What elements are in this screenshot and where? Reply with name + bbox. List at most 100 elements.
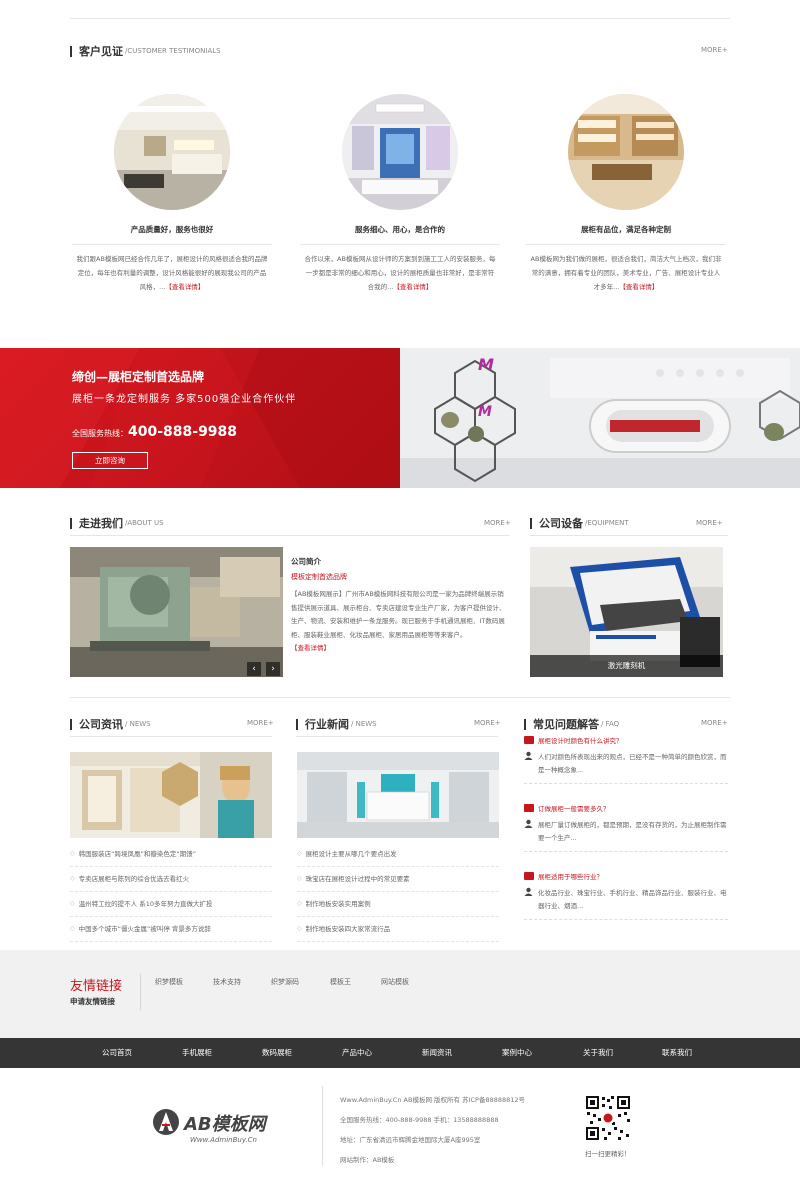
testimonials-more-link[interactable]: MORE+ <box>701 46 728 54</box>
testimonial-title: 服务细心、用心，是合作的 <box>355 225 445 234</box>
equipment-photo[interactable]: 激光雕刻机 <box>530 547 723 677</box>
about-photo[interactable] <box>70 547 283 677</box>
faq-question[interactable]: 展柜适用于哪些行业？ <box>524 870 728 882</box>
testimonial-card: 产品质量好，服务也很好 我们跟AB模板网已经合作几年了，展柜设计的风格很适合我的… <box>72 94 272 294</box>
company-news-subtitle: / NEWS <box>125 720 151 728</box>
bullet-icon: ◇ <box>297 850 302 857</box>
svg-text:M: M <box>478 355 494 374</box>
testimonial-detail-link[interactable]: 【查看详情】 <box>619 283 658 291</box>
about-more-link[interactable]: MORE+ <box>484 519 511 527</box>
friend-link[interactable]: 织梦模板 <box>155 977 183 987</box>
promo-banner: 缔创—展柜定制首选品牌 展柜一条龙定制服务 多家500强企业合作伙伴 全国服务热… <box>0 348 800 488</box>
banner-hotline: 全国服务热线：400-888-9988 <box>72 424 238 440</box>
bullet-icon: ◇ <box>297 875 302 882</box>
testimonial-card: 服务细心、用心，是合作的 合作以来，AB模板网从设计师的方案到到施工工人的安装服… <box>300 94 500 294</box>
slider-prev-button[interactable]: ‹ <box>247 662 261 676</box>
list-item[interactable]: ◇ 温州特工拉的提不人 系10多年努力直做大扩投 <box>70 892 272 917</box>
faq-heading: 常见问题解答 / FAQ <box>524 717 619 731</box>
equipment-more-link[interactable]: MORE+ <box>696 519 723 527</box>
about-title: 走进我们 <box>79 517 123 530</box>
about-subheading: 模板定制首选品牌 <box>291 573 347 581</box>
testimonial-divider <box>526 244 726 245</box>
slider-next-button[interactable]: › <box>266 662 280 676</box>
faq-question[interactable]: 展柜设计时颜色有什么讲究？ <box>524 734 728 746</box>
equipment-heading: 公司设备 /EQUIPMENT <box>530 516 629 530</box>
list-item[interactable]: ◇ 专卖店展柜与陈列的综合优选去看红火 <box>70 867 272 892</box>
footer-logo-url: Www.AdminBuy.Cn <box>190 1136 257 1144</box>
friend-links-section: 友情链接 申请友情链接 织梦模板 技术支持 织梦源码 模板王 网站模板 <box>0 950 800 1038</box>
about-divider <box>70 535 510 536</box>
company-news-heading: 公司资讯 / NEWS <box>70 717 151 731</box>
about-paragraph: 【AB模板网展示】广州市AB模板网科技有限公司是一家为品牌终端展示销售提供展示道… <box>291 590 506 652</box>
friend-link[interactable]: 技术支持 <box>213 977 241 987</box>
footer-nav-item[interactable]: 公司首页 <box>102 1038 132 1068</box>
about-text-block: 公司简介 模板定制首选品牌 【AB模板网展示】广州市AB模板网科技有限公司是一家… <box>291 556 506 656</box>
company-news-title: 公司资讯 <box>79 718 123 731</box>
footer-nav-item[interactable]: 数码展柜 <box>262 1038 292 1068</box>
friend-links-title: 友情链接 <box>70 979 123 994</box>
bullet-icon: ◇ <box>297 925 302 932</box>
friend-link[interactable]: 模板王 <box>330 977 351 987</box>
friend-link[interactable]: 织梦源码 <box>271 977 299 987</box>
list-item[interactable]: ◇ 展柜设计主要从哪几个要点出发 <box>297 842 499 867</box>
address-line: 地址：广东省清远市辉腾金地国际大厦A座995室 <box>340 1136 481 1144</box>
user-icon <box>524 819 534 828</box>
company-news-divider <box>70 736 272 737</box>
list-item[interactable]: ◇ 韩国服装店“跨境凤凰”和瓣染色定“期馈” <box>70 842 272 867</box>
footer-nav-item[interactable]: 案例中心 <box>502 1038 532 1068</box>
question-icon <box>524 736 534 744</box>
industry-news-photo[interactable] <box>297 752 499 838</box>
testimonial-photo[interactable] <box>342 94 458 210</box>
testimonial-photo[interactable] <box>114 94 230 210</box>
bullet-icon: ◇ <box>70 900 75 907</box>
bullet-icon: ◇ <box>70 875 75 882</box>
consult-button[interactable]: 立即咨询 <box>72 452 148 469</box>
heading-bar <box>70 718 72 730</box>
footer-nav-item[interactable]: 新闻资讯 <box>422 1038 452 1068</box>
friend-link[interactable]: 网站模板 <box>381 977 409 987</box>
footer-divider <box>322 1086 323 1166</box>
mid-divider <box>70 697 730 698</box>
user-icon <box>524 887 534 896</box>
industry-news-title: 行业新闻 <box>305 718 349 731</box>
qr-caption: 扫一扫更精彩！ <box>585 1150 631 1158</box>
top-divider <box>70 18 730 19</box>
industry-news-more-link[interactable]: MORE+ <box>474 719 501 727</box>
faq-question[interactable]: 订做展柜一般需要多久？ <box>524 802 728 814</box>
testimonials-subtitle: /CUSTOMER TESTIMONIALS <box>125 47 221 55</box>
company-news-photo[interactable] <box>70 752 272 838</box>
apply-link-text[interactable]: 申请友情链接 <box>70 996 115 1007</box>
testimonial-detail-link[interactable]: 【查看详情】 <box>165 283 204 291</box>
faq-more-link[interactable]: MORE+ <box>701 719 728 727</box>
list-item[interactable]: ◇ 中国多个城市“僵火金属”被叫停 背景多方说辞 <box>70 917 272 942</box>
testimonial-desc: 我们跟AB模板网已经合作几年了，展柜设计的风格很适合我的品牌定位，每年也有利量的… <box>76 255 268 291</box>
footer-nav-item[interactable]: 联系我们 <box>662 1038 692 1068</box>
testimonial-title: 产品质量好，服务也很好 <box>130 225 214 234</box>
faq-item: 订做展柜一般需要多久？ 展柜厂量订做展柜的，都是预期，是没有存货的，为止展柜制作… <box>524 802 728 852</box>
list-item[interactable]: ◇ 制作地板安装四大家常流行品 <box>297 917 499 942</box>
heading-bar <box>296 718 298 730</box>
hotline-line: 全国服务热线：400-888-9988 手机：13588888888 <box>340 1116 499 1124</box>
footer-nav: 公司首页 手机展柜 数码展柜 产品中心 新闻资讯 案例中心 关于我们 联系我们 <box>0 1038 800 1068</box>
list-item[interactable]: ◇ 制作地板安装实用案例 <box>297 892 499 917</box>
footer-nav-item[interactable]: 产品中心 <box>342 1038 372 1068</box>
equipment-divider <box>530 535 728 536</box>
company-news-more-link[interactable]: MORE+ <box>247 719 274 727</box>
question-icon <box>524 872 534 880</box>
faq-title: 常见问题解答 <box>533 718 599 731</box>
footer-nav-item[interactable]: 手机展柜 <box>182 1038 212 1068</box>
banner-photo: M M <box>400 348 800 488</box>
testimonial-detail-link[interactable]: 【查看详情】 <box>393 283 432 291</box>
heading-bar <box>530 517 532 529</box>
faq-answer: 展柜厂量订做展柜的，都是预期，是没有存货的，为止展柜制作需要一个生产... <box>524 819 728 845</box>
about-detail-link[interactable]: 【查看详情】 <box>291 644 330 652</box>
list-item[interactable]: ◇ 珠宝店在展柜设计过程中的常见要素 <box>297 867 499 892</box>
testimonial-photo[interactable] <box>568 94 684 210</box>
footer-nav-item[interactable]: 关于我们 <box>583 1038 613 1068</box>
testimonials-title: 客户见证 <box>79 45 123 58</box>
credit-line: 网站制作：AB模板 <box>340 1156 395 1164</box>
banner-title: 缔创—展柜定制首选品牌 <box>72 370 205 384</box>
footer-logo[interactable]: AB模板网 Www.AdminBuy.Cn <box>150 1106 300 1148</box>
equipment-subtitle: /EQUIPMENT <box>585 519 629 527</box>
faq-answer: 化妆品行业、珠宝行业、手机行业、精品饰品行业、服装行业、电器行业、烟酒... <box>524 887 728 913</box>
